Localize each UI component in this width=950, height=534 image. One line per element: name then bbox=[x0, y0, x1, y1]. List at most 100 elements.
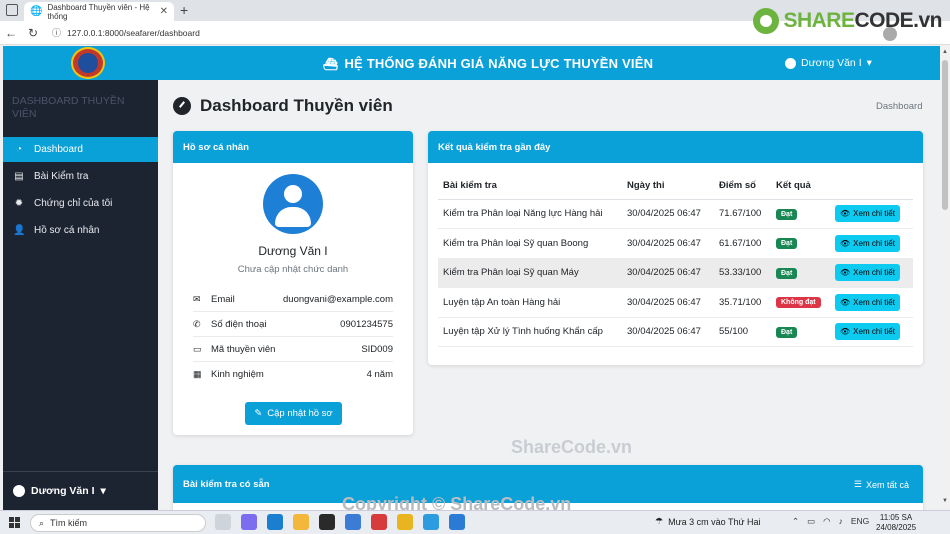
profile-row-value: duongvani@example.com bbox=[283, 293, 393, 305]
clock-time: 11:05 SA bbox=[879, 513, 913, 522]
sidebar-item-label: Dashboard bbox=[34, 144, 83, 155]
file-explorer-icon[interactable] bbox=[293, 514, 309, 530]
cell-date: 30/04/2025 06:47 bbox=[622, 258, 714, 288]
close-icon[interactable]: ✕ bbox=[160, 6, 168, 17]
gauge-icon: ◔ bbox=[15, 144, 23, 155]
update-profile-button[interactable]: ✎ Cập nhật hồ sơ bbox=[245, 402, 342, 425]
view-detail-label: Xem chi tiết bbox=[853, 209, 895, 219]
file-icon: ▤ bbox=[14, 171, 24, 182]
sharecode-logo-text: SHARECODE.vn bbox=[783, 9, 942, 32]
site-info-icon[interactable]: ⓘ bbox=[52, 26, 61, 39]
cell-action: 👁 Xem chi tiết bbox=[830, 228, 913, 259]
url-field[interactable]: ⓘ 127.0.0.1:8000/seafarer/dashboard bbox=[52, 26, 200, 39]
taskbar-search[interactable]: ⌕ Tìm kiếm bbox=[30, 514, 206, 532]
ship-icon: ⛴ bbox=[323, 56, 339, 71]
scroll-down-icon[interactable]: ▼ bbox=[942, 498, 948, 504]
edge-icon[interactable] bbox=[267, 514, 283, 530]
phone-icon: ✆ bbox=[193, 318, 201, 329]
task-view-icon[interactable] bbox=[215, 514, 231, 530]
view-detail-label: Xem chi tiết bbox=[853, 297, 895, 307]
cell-date: 30/04/2025 06:47 bbox=[622, 228, 714, 259]
chrome-icon[interactable] bbox=[397, 514, 413, 530]
reload-icon[interactable]: ↻ bbox=[22, 26, 44, 40]
sidebar-item-label: Hồ sơ cá nhân bbox=[34, 225, 100, 236]
sidebar-item-tests[interactable]: ▤ Bài Kiểm tra bbox=[3, 164, 158, 189]
system-title-text: HỆ THỐNG ĐÁNH GIÁ NĂNG LỰC THUYỀN VIÊN bbox=[344, 56, 654, 71]
battery-icon[interactable]: ▭ bbox=[807, 516, 815, 527]
chevron-up-icon[interactable]: ⌃ bbox=[792, 516, 799, 527]
sidebar-item-dashboard[interactable]: ◔ Dashboard bbox=[3, 137, 158, 162]
system-tray: ⌃ ▭ ◠ ♪ ENG bbox=[792, 516, 869, 527]
opera-icon[interactable] bbox=[371, 514, 387, 530]
eye-icon: 👁 bbox=[840, 297, 851, 307]
umbrella-icon: ☂ bbox=[655, 516, 664, 526]
sidebar-user-menu[interactable]: Dương Văn I ▾ bbox=[3, 471, 158, 510]
profile-card: Hồ sơ cá nhân Dương Văn I Chưa cập nhật … bbox=[173, 131, 413, 435]
language-indicator[interactable]: ENG bbox=[851, 516, 869, 527]
view-detail-button[interactable]: 👁 Xem chi tiết bbox=[835, 323, 900, 341]
table-row: Luyện tập An toàn Hàng hải 30/04/2025 06… bbox=[438, 287, 913, 318]
view-detail-button[interactable]: 👁 Xem chi tiết bbox=[835, 264, 900, 282]
sidebar-item-profile[interactable]: 👤 Hồ sơ cá nhân bbox=[3, 218, 158, 243]
view-detail-label: Xem chi tiết bbox=[853, 327, 895, 337]
sidebar-item-certificates[interactable]: ✹ Chứng chỉ của tôi bbox=[3, 191, 158, 216]
list-icon: ☰ bbox=[853, 479, 862, 489]
view-detail-button[interactable]: 👁 Xem chi tiết bbox=[835, 234, 900, 252]
scroll-up-icon[interactable]: ▲ bbox=[942, 49, 948, 55]
vscode-icon[interactable] bbox=[449, 514, 465, 530]
cell-score: 61.67/100 bbox=[714, 228, 771, 259]
volume-icon[interactable]: ♪ bbox=[839, 516, 843, 527]
page-scrollbar[interactable]: ▲ ▼ bbox=[940, 46, 950, 510]
new-tab-icon[interactable]: + bbox=[180, 2, 188, 18]
url-text: 127.0.0.1:8000/seafarer/dashboard bbox=[67, 27, 200, 38]
cell-result: Đạt bbox=[771, 258, 830, 288]
system-title: ⛴ HỆ THỐNG ĐÁNH GIÁ NĂNG LỰC THUYỀN VIÊN bbox=[323, 56, 653, 71]
back-icon[interactable]: ← bbox=[0, 26, 22, 40]
profile-role: Chưa cập nhật chức danh bbox=[237, 264, 349, 275]
caret-down-icon: ▾ bbox=[866, 57, 872, 69]
store-icon[interactable] bbox=[345, 514, 361, 530]
results-table: Bài kiểm tra Ngày thi Điểm số Kết quả Ki… bbox=[438, 172, 913, 347]
sidebar-item-label: Bài Kiểm tra bbox=[34, 171, 89, 182]
cell-test: Luyện tập Xử lý Tình huống Khẩn cấp bbox=[438, 317, 622, 347]
status-badge: Đạt bbox=[776, 326, 798, 338]
table-row: Kiểm tra Phân loại Sỹ quan Máy 30/04/202… bbox=[438, 258, 913, 288]
app-icon[interactable] bbox=[319, 514, 335, 530]
status-badge: Đạt bbox=[776, 238, 798, 250]
view-detail-button[interactable]: 👁 Xem chi tiết bbox=[835, 205, 900, 223]
profile-name: Dương Văn I bbox=[258, 244, 328, 258]
eye-icon: 👁 bbox=[840, 327, 851, 337]
breadcrumb: Dashboard bbox=[876, 101, 923, 112]
cell-result: Đạt bbox=[771, 317, 830, 347]
user-name: Dương Văn I bbox=[801, 57, 862, 69]
eye-icon: 👁 bbox=[840, 268, 851, 278]
certificate-icon: ✹ bbox=[14, 198, 24, 209]
taskbar-clock[interactable]: 11:05 SA 24/08/2025 bbox=[876, 513, 916, 533]
top-navbar: ⛴ HỆ THỐNG ĐÁNH GIÁ NĂNG LỰC THUYỀN VIÊN… bbox=[3, 46, 940, 80]
copilot-icon[interactable] bbox=[241, 514, 257, 530]
view-detail-button[interactable]: 👁 Xem chi tiết bbox=[835, 293, 900, 311]
sidebar-brand[interactable]: DASHBOARD THUYỀN VIÊN bbox=[12, 95, 142, 121]
maritime-logo[interactable] bbox=[69, 46, 107, 80]
view-all-link[interactable]: ☰ Xem tất cả bbox=[854, 479, 909, 490]
column-header: Bài kiểm tra bbox=[438, 172, 622, 200]
update-profile-label: Cập nhật hồ sơ bbox=[267, 408, 333, 419]
weather-widget[interactable]: ☂ Mưa 3 cm vào Thứ Hai bbox=[655, 516, 761, 527]
windows-start-icon[interactable] bbox=[9, 517, 20, 528]
browser-tab[interactable]: 🌐 Dashboard Thuyền viên - Hệ thống ✕ bbox=[24, 2, 174, 21]
app-icon[interactable] bbox=[423, 514, 439, 530]
cell-score: 71.67/100 bbox=[714, 199, 771, 229]
tab-actions-icon[interactable] bbox=[6, 4, 18, 16]
sharecode-logo-icon bbox=[753, 8, 780, 34]
user-dropdown[interactable]: Dương Văn I ▾ bbox=[785, 57, 872, 69]
cell-test: Kiểm tra Phân loại Sỹ quan Máy bbox=[438, 258, 622, 288]
wifi-icon[interactable]: ◠ bbox=[823, 516, 830, 527]
cell-test: Kiểm tra Phân loại Năng lực Hàng hải bbox=[438, 199, 622, 229]
scrollbar-thumb[interactable] bbox=[942, 60, 948, 210]
sidebar: DASHBOARD THUYỀN VIÊN ◔ Dashboard ▤ Bài … bbox=[3, 80, 158, 510]
cell-score: 55/100 bbox=[714, 317, 771, 347]
taskbar-search-placeholder: Tìm kiếm bbox=[50, 518, 88, 528]
profile-row-phone: ✆ Số điện thoại 0901234575 bbox=[193, 312, 393, 337]
cell-result: Đạt bbox=[771, 199, 830, 229]
globe-icon: 🌐 bbox=[30, 6, 43, 17]
